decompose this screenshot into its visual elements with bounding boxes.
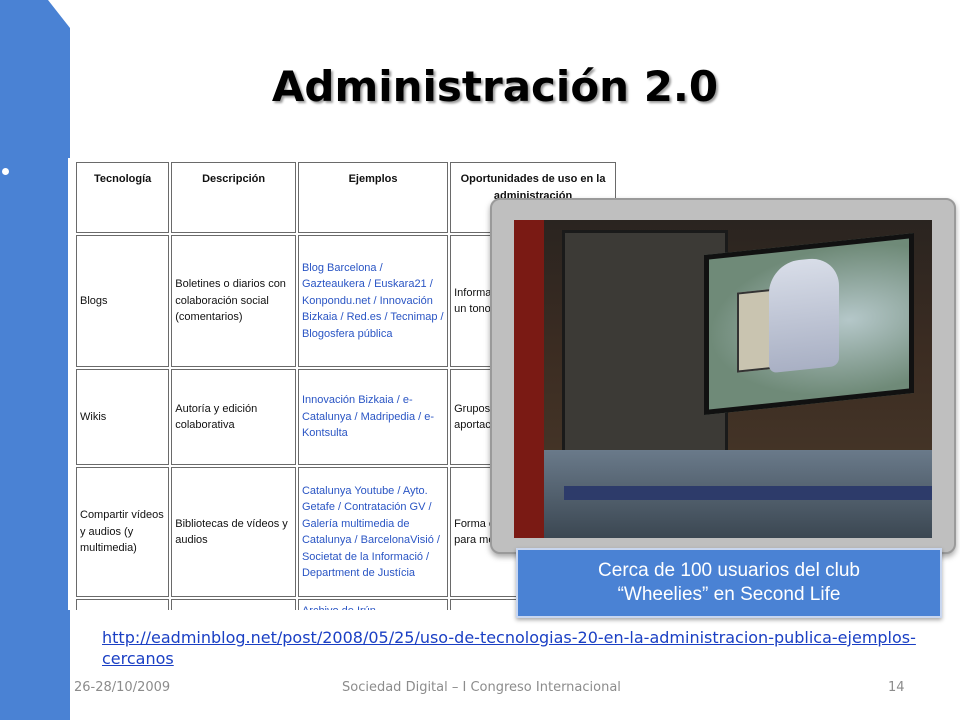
cell-tech [76, 599, 170, 610]
cell-desc: Boletines o diarios con colaboración soc… [171, 235, 296, 367]
sidebar-fold [48, 0, 70, 28]
footer-event: Sociedad Digital – I Congreso Internacio… [342, 680, 621, 695]
sidebar-band [0, 0, 70, 720]
footer-page-number: 14 [888, 680, 905, 695]
cell-tech: Wikis [76, 369, 170, 465]
cell-tech: Blogs [76, 235, 170, 367]
cell-desc: Bibliotecas de vídeos y audios [171, 467, 296, 597]
cell-examples-links[interactable]: Catalunya Youtube / Ayto. Getafe / Contr… [297, 467, 449, 597]
footer-date: 26-28/10/2009 [74, 680, 171, 695]
video-caption: Cerca de 100 usuarios del club “Wheelies… [516, 548, 942, 618]
header-tecnologia: Tecnología [76, 162, 170, 233]
cell-examples-links[interactable]: Innovación Bizkaia / e-Catalunya / Madri… [297, 369, 449, 465]
caption-line-1: Cerca de 100 usuarios del club [598, 559, 860, 581]
video-taskbar [564, 486, 932, 500]
cell-desc: Autoría y edición colaborativa [171, 369, 296, 465]
video-monitor-screen [704, 232, 914, 416]
caption-line-2: “Wheelies” en Second Life [617, 584, 841, 605]
header-ejemplos: Ejemplos [297, 162, 449, 233]
cell-tech: Compartir vídeos y audios (y multimedia) [76, 467, 170, 597]
cell-examples-links[interactable]: Blog Barcelona / Gazteaukera / Euskara21… [297, 235, 449, 367]
second-life-video-image[interactable] [514, 220, 932, 538]
cell-desc [171, 599, 296, 610]
video-red-panel [514, 220, 544, 538]
video-frame [490, 198, 956, 554]
cell-examples-links[interactable]: Archivo de Irún [297, 599, 449, 610]
video-avatar [769, 255, 839, 374]
bullet-dot [2, 168, 9, 175]
header-descripcion: Descripción [171, 162, 296, 233]
slide-title: Administración 2.0 [271, 62, 719, 111]
source-link[interactable]: http://eadminblog.net/post/2008/05/25/us… [102, 627, 922, 670]
